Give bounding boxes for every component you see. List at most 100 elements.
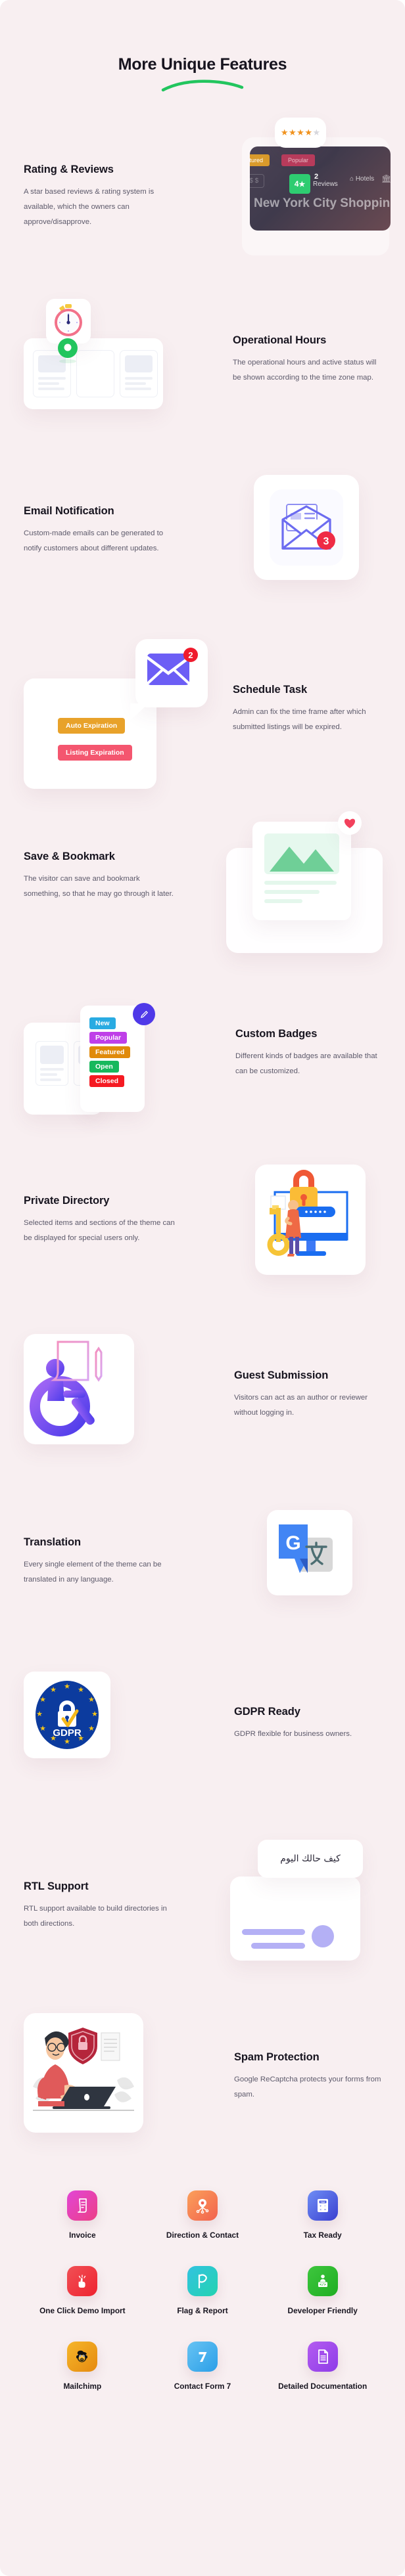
- documentation-tile: [307, 2342, 338, 2372]
- svg-text:★: ★: [50, 1686, 57, 1694]
- mailchimp-tile: [67, 2342, 98, 2372]
- grid-item-invoice[interactable]: Invoice: [22, 2190, 143, 2241]
- tax-ready-tile: TAX + − × =: [307, 2190, 338, 2221]
- flag-icon: [198, 2274, 207, 2289]
- svg-text:★: ★: [39, 1696, 46, 1704]
- badge-popular: Popular: [89, 1032, 128, 1044]
- feature-desc: Different kinds of badges are available …: [235, 1052, 377, 1075]
- image-placeholder-icon: [270, 847, 334, 872]
- spam-illustration-icon: [33, 2028, 134, 2111]
- svg-text:★: ★: [88, 1725, 95, 1733]
- feature-title: GDPR Ready: [234, 1706, 300, 1718]
- feature-desc: RTL support available to build directori…: [24, 1905, 167, 1928]
- feature-guest-submission: Guest Submission Visitors can act as an …: [0, 1327, 405, 1498]
- feature-title: Email Notification: [24, 505, 114, 517]
- feature-title: Schedule Task: [233, 684, 308, 696]
- tag-listing-expiration: Listing Expiration: [58, 745, 132, 761]
- feature-gdpr-ready: ★ ★ ★ ★ ★ ★ ★ ★ ★ ★ ★ ★ GDPR GDPR Ready …: [0, 1669, 405, 1840]
- svg-text:×: ×: [320, 2208, 322, 2212]
- feature-private-directory: Private Directory Selected items and sec…: [0, 1157, 405, 1327]
- edit-badge-button[interactable]: [133, 1003, 155, 1025]
- click-hand-icon: [78, 2275, 86, 2288]
- listing-card-art: Featured Popular $ $ $ 4★ 2 Reviews ⌂ Ho…: [235, 118, 391, 277]
- badge-list: New Popular Featured Open Closed: [89, 1017, 131, 1087]
- feature-desc: Visitors can act as an author or reviewe…: [234, 1394, 368, 1417]
- bookmark-art: [221, 811, 385, 965]
- feature-copy: Guest Submission Visitors can act as an …: [234, 1369, 387, 1421]
- rtl-text-card: كيف حالك اليوم: [258, 1840, 363, 1878]
- feature-desc: The visitor can save and bookmark someth…: [24, 875, 174, 898]
- feature-email-notification: 3 Email Notification Custom-made emails …: [0, 467, 405, 638]
- svg-text:★: ★: [64, 1683, 70, 1691]
- feature-translation: G Translation Every single element of th…: [0, 1498, 405, 1669]
- google-translate-icon: G: [279, 1524, 333, 1573]
- calculator-icon: TAX + − × =: [317, 2199, 328, 2212]
- svg-text:</>: </>: [320, 2283, 326, 2287]
- favorite-heart-button[interactable]: [338, 811, 362, 835]
- spam-protection-art: [22, 2012, 174, 2163]
- mailchimp-monkey-icon: [76, 2350, 88, 2363]
- title-underline-squiggle: [0, 78, 405, 95]
- grid-item-tax-ready[interactable]: TAX + − × = Tax Ready: [262, 2190, 383, 2241]
- heart-icon: [344, 818, 356, 828]
- features-page: More Unique Features Featured Popular $ …: [0, 0, 405, 2576]
- schedule-badge-count: 2: [188, 650, 193, 660]
- feature-title: Spam Protection: [234, 2051, 320, 2063]
- feature-copy: Rating & Reviews A star based reviews & …: [24, 164, 176, 229]
- feature-title: Operational Hours: [233, 334, 327, 346]
- feature-desc: Google ReCaptcha protects your forms fro…: [234, 2076, 381, 2099]
- svg-text:G: G: [285, 1532, 300, 1554]
- grid-item-mailchimp[interactable]: Mailchimp: [22, 2342, 143, 2392]
- feature-desc: A star based reviews & rating system is …: [24, 188, 155, 226]
- feature-copy: Translation Every single element of the …: [24, 1536, 176, 1588]
- feature-copy: Operational Hours The operational hours …: [233, 334, 385, 386]
- location-pin-icon: [57, 337, 79, 363]
- grid-item-label: Detailed Documentation: [278, 2382, 368, 2391]
- page-title: More Unique Features: [118, 55, 287, 74]
- grid-item-direction-contact[interactable]: Direction & Contact: [143, 2190, 263, 2241]
- one-click-tile: [67, 2266, 98, 2297]
- tag-auto-expiration: Auto Expiration: [58, 718, 126, 734]
- guest-author-icon: [30, 1341, 103, 1436]
- feature-title: Private Directory: [24, 1195, 110, 1207]
- grid-item-one-click-demo-import[interactable]: One Click Demo Import: [22, 2266, 143, 2317]
- guest-submission-art: [22, 1333, 174, 1484]
- svg-text:★: ★: [39, 1725, 46, 1733]
- rating-stars-popover: ★★★★ ★: [275, 118, 326, 148]
- feature-title: RTL Support: [24, 1880, 89, 1892]
- feature-desc: GDPR flexible for business owners.: [234, 1730, 352, 1738]
- feature-title: Translation: [24, 1536, 81, 1548]
- svg-text:★: ★: [36, 1710, 43, 1718]
- grid-item-developer-friendly[interactable]: </> Developer Friendly: [262, 2266, 383, 2317]
- page-header: More Unique Features: [0, 0, 405, 95]
- feature-schedule-task: Auto Expiration Listing Expiration 2 Sch…: [0, 638, 405, 809]
- email-notification-art: 3: [227, 475, 379, 626]
- open-envelope-icon: 3: [281, 504, 335, 550]
- feature-copy: Custom Badges Different kinds of badges …: [235, 1028, 388, 1079]
- envelope-icon: 2: [145, 648, 198, 685]
- svg-text:★: ★: [64, 1738, 70, 1746]
- star-icon: ★★★★: [280, 127, 313, 137]
- svg-text:TAX: TAX: [320, 2201, 325, 2204]
- rtl-sample-text: كيف حالك اليوم: [280, 1854, 341, 1864]
- grid-item-label: Flag & Report: [177, 2306, 228, 2316]
- svg-text:GDPR: GDPR: [53, 1727, 82, 1739]
- feature-copy: Email Notification Custom-made emails ca…: [24, 505, 176, 556]
- email-badge-count: 3: [323, 536, 329, 547]
- grid-item-label: Contact Form 7: [174, 2382, 231, 2391]
- svg-text:=: =: [324, 2208, 326, 2212]
- developer-tile: </>: [307, 2266, 338, 2297]
- grid-item-detailed-documentation[interactable]: Detailed Documentation: [262, 2342, 383, 2392]
- feature-desc: Selected items and sections of the theme…: [24, 1219, 175, 1242]
- feature-title: Rating & Reviews: [24, 164, 114, 175]
- invoice-tile: [67, 2190, 98, 2221]
- grid-item-contact-form-7[interactable]: Contact Form 7: [143, 2342, 263, 2392]
- grid-item-flag-report[interactable]: Flag & Report: [143, 2266, 263, 2317]
- feature-title: Save & Bookmark: [24, 851, 115, 862]
- integrations-grid: Invoice Direction & Contact TAX + − × = …: [0, 2190, 405, 2392]
- feature-copy: Private Directory Selected items and sec…: [24, 1195, 176, 1246]
- grid-item-label: Mailchimp: [63, 2382, 102, 2391]
- grid-item-label: Invoice: [69, 2231, 96, 2240]
- feature-copy: Spam Protection Google ReCaptcha protect…: [234, 2051, 387, 2102]
- grid-item-label: Direction & Contact: [166, 2231, 239, 2240]
